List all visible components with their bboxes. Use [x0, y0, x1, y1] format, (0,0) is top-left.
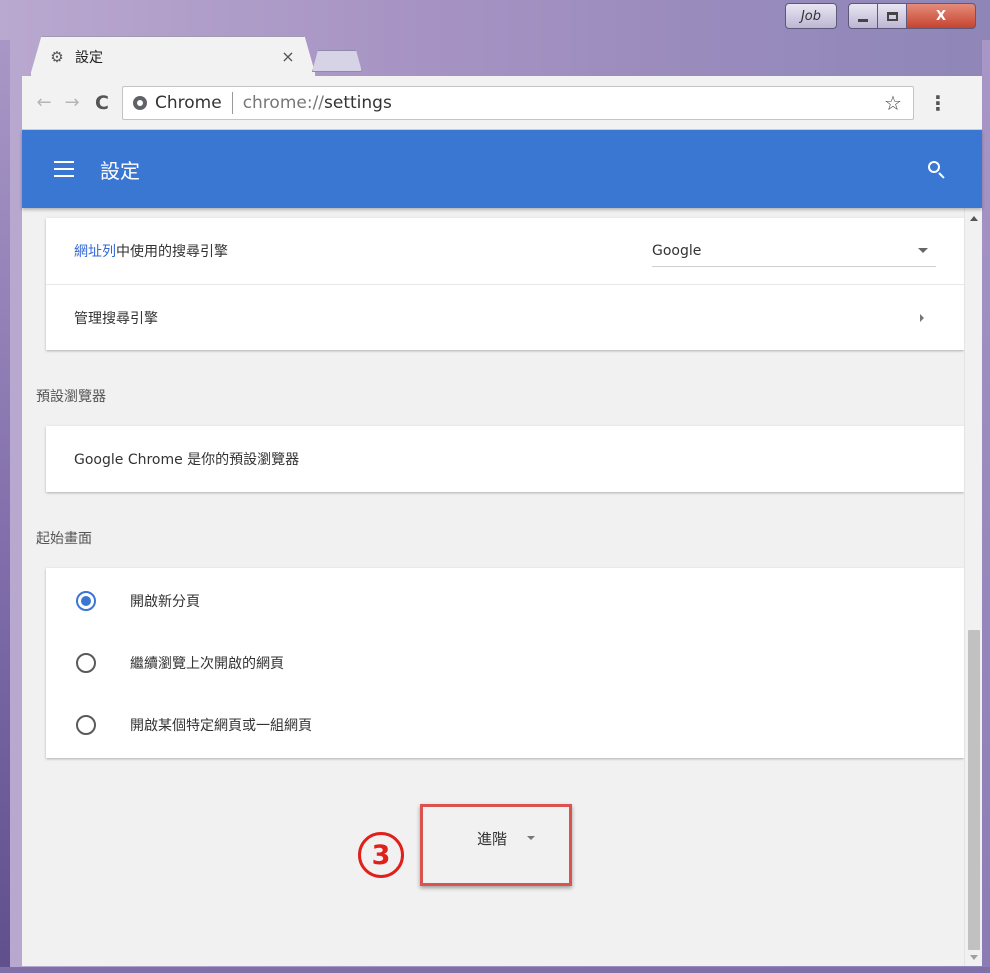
vertical-scrollbar[interactable]: [964, 208, 982, 966]
default-browser-card: Google Chrome 是你的預設瀏覽器: [46, 426, 964, 492]
annotation-highlight-box: [420, 804, 572, 886]
close-icon: X: [935, 8, 947, 24]
page-title: 設定: [100, 158, 140, 183]
tab-close-icon[interactable]: ×: [279, 47, 297, 66]
new-tab-button[interactable]: [312, 50, 362, 72]
bookmark-star-icon[interactable]: ☆: [879, 91, 907, 115]
startup-option-label: 開啟新分頁: [130, 594, 200, 610]
close-window-button[interactable]: X: [906, 3, 976, 29]
address-bar[interactable]: Chrome chrome://settings ☆: [122, 85, 914, 120]
search-engine-label: 網址列中使用的搜尋引擎: [74, 241, 228, 261]
window-frame-bottom: [0, 967, 990, 973]
scrollbar-thumb[interactable]: [968, 630, 980, 950]
settings-content: 網址列中使用的搜尋引擎 Google 管理搜尋引擎 預設瀏覽器 Google C…: [22, 208, 964, 966]
url-path: settings: [324, 92, 392, 113]
url-text: chrome://settings: [243, 93, 879, 113]
scroll-up-arrow-icon[interactable]: [970, 216, 978, 221]
tab-title: 設定: [75, 49, 103, 66]
startup-option-new-tab[interactable]: 開啟新分頁: [46, 570, 964, 632]
startup-section-title: 起始畫面: [36, 531, 92, 547]
tab-settings[interactable]: ⚙ 設定 ×: [30, 36, 316, 76]
manage-search-engines-row[interactable]: 管理搜尋引擎: [46, 284, 964, 350]
minimize-icon: [858, 18, 868, 22]
url-separator: [231, 91, 233, 114]
browser-toolbar: ← → C Chrome chrome://settings ☆ ⋮: [22, 76, 982, 130]
search-engine-label-rest: 中使用的搜尋引擎: [116, 244, 228, 260]
maximize-button[interactable]: [877, 3, 907, 29]
radio-button[interactable]: [76, 653, 96, 673]
scroll-down-arrow-icon[interactable]: [970, 955, 978, 960]
default-browser-section-title: 預設瀏覽器: [36, 389, 106, 405]
default-browser-status: Google Chrome 是你的預設瀏覽器: [74, 452, 300, 468]
window-frame-left: [0, 40, 10, 973]
startup-option-continue[interactable]: 繼續瀏覽上次開啟的網頁: [46, 632, 964, 694]
hamburger-menu-icon[interactable]: [54, 161, 74, 177]
settings-header: 設定: [22, 130, 982, 208]
startup-option-specific-pages[interactable]: 開啟某個特定網頁或一組網頁: [46, 694, 964, 756]
site-name: Chrome: [155, 92, 222, 113]
search-engine-select[interactable]: Google: [652, 235, 936, 267]
minimize-button[interactable]: [848, 3, 878, 29]
forward-arrow-icon[interactable]: →: [60, 91, 84, 115]
radio-button[interactable]: [76, 715, 96, 735]
url-scheme: chrome://: [242, 92, 325, 113]
startup-option-label: 開啟某個特定網頁或一組網頁: [130, 718, 312, 734]
gear-icon: ⚙: [50, 47, 64, 66]
search-engine-card: 網址列中使用的搜尋引擎 Google 管理搜尋引擎: [46, 218, 964, 350]
radio-button-checked[interactable]: [76, 591, 96, 611]
chrome-site-icon: [133, 95, 147, 110]
startup-option-label: 繼續瀏覽上次開啟的網頁: [130, 656, 284, 672]
manage-search-engines-label: 管理搜尋引擎: [74, 310, 158, 327]
search-engine-row: 網址列中使用的搜尋引擎 Google: [46, 218, 964, 284]
startup-card: 開啟新分頁 繼續瀏覽上次開啟的網頁 開啟某個特定網頁或一組網頁: [46, 568, 964, 758]
omnibox-link[interactable]: 網址列: [74, 244, 116, 260]
back-arrow-icon[interactable]: ←: [32, 91, 56, 115]
chevron-right-icon: [920, 313, 924, 322]
menu-kebab-icon[interactable]: ⋮: [928, 91, 948, 115]
maximize-icon: [886, 11, 898, 21]
default-browser-row: Google Chrome 是你的預設瀏覽器: [46, 426, 964, 492]
search-engine-selected: Google: [652, 242, 702, 259]
dropdown-arrow-icon: [918, 248, 928, 253]
profile-button[interactable]: Job: [785, 3, 837, 29]
profile-label: Job: [800, 8, 822, 24]
annotation-step-badge: 3: [358, 832, 404, 878]
reload-icon[interactable]: C: [90, 91, 114, 115]
window-frame-right: [982, 40, 990, 973]
search-icon[interactable]: [926, 159, 946, 179]
